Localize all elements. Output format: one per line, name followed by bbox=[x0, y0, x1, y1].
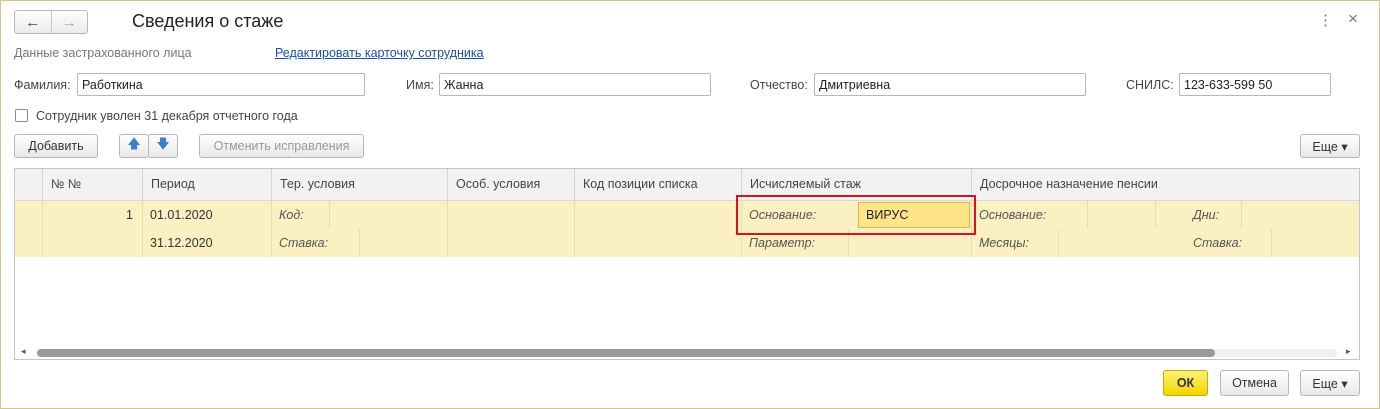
snils-label: СНИЛС: bbox=[1126, 78, 1174, 92]
ter-rate-label: Ставка: bbox=[279, 236, 329, 250]
horizontal-scrollbar-thumb[interactable] bbox=[37, 349, 1215, 357]
scroll-left-icon[interactable]: ◂ bbox=[21, 346, 26, 357]
row-number: 1 bbox=[126, 208, 133, 222]
dismissed-checkbox-label: Сотрудник уволен 31 декабря отчетного го… bbox=[36, 109, 298, 123]
pension-rate-label: Ставка: bbox=[1193, 236, 1243, 250]
period-end[interactable]: 31.12.2020 bbox=[142, 229, 213, 257]
table-row[interactable]: 31.12.2020 Ставка: Параметр: Месяцы: Ста… bbox=[15, 229, 1359, 257]
name-field[interactable] bbox=[439, 73, 711, 96]
column-header-period[interactable]: Период bbox=[142, 169, 271, 200]
dismissed-checkbox[interactable] bbox=[15, 109, 28, 122]
column-header-early-pension[interactable]: Досрочное назначение пенсии bbox=[971, 169, 1359, 200]
pension-days-label: Дни: bbox=[1193, 208, 1220, 222]
close-icon[interactable]: × bbox=[1348, 9, 1358, 29]
column-header-number[interactable]: № № bbox=[42, 169, 142, 200]
column-divider bbox=[574, 201, 575, 257]
add-button[interactable]: Добавить bbox=[14, 134, 98, 158]
edit-employee-card-link[interactable]: Редактировать карточку сотрудника bbox=[275, 46, 484, 60]
column-divider bbox=[1271, 229, 1272, 257]
highlight-annotation-box bbox=[736, 195, 976, 235]
column-divider bbox=[359, 229, 360, 257]
column-header-marker bbox=[15, 169, 42, 200]
surname-label: Фамилия: bbox=[14, 78, 71, 92]
pension-months-label: Месяцы: bbox=[979, 236, 1029, 250]
pension-basis-label: Основание: bbox=[979, 208, 1047, 222]
snils-field[interactable] bbox=[1179, 73, 1331, 96]
move-up-arrow-icon[interactable]: 🡅 bbox=[119, 134, 149, 158]
patronymic-field[interactable] bbox=[814, 73, 1086, 96]
table-row[interactable]: 1 01.01.2020 Код: Основание: Основание: … bbox=[15, 201, 1359, 229]
surname-field[interactable] bbox=[77, 73, 365, 96]
column-divider bbox=[329, 201, 330, 229]
column-divider bbox=[42, 201, 43, 257]
forward-arrow-icon[interactable]: → bbox=[50, 11, 88, 33]
column-divider bbox=[1058, 229, 1059, 257]
more-button-top[interactable]: Еще ▾ bbox=[1300, 134, 1360, 158]
back-arrow-icon[interactable]: ← bbox=[15, 11, 51, 33]
column-divider bbox=[142, 201, 143, 257]
window-title: Сведения о стаже bbox=[132, 11, 284, 31]
column-divider bbox=[447, 201, 448, 257]
dialog-window: ← → Сведения о стаже ⋮ × Данные застрахо… bbox=[0, 0, 1380, 409]
column-header-special-conditions[interactable]: Особ. условия bbox=[447, 169, 574, 200]
column-divider bbox=[1241, 201, 1242, 229]
insured-section-label: Данные застрахованного лица bbox=[14, 46, 192, 60]
move-down-arrow-icon[interactable]: 🡇 bbox=[148, 134, 178, 158]
stazh-table: № № Период Тер. условия Особ. условия Ко… bbox=[14, 168, 1360, 360]
cancel-fixes-button[interactable]: Отменить исправления bbox=[199, 134, 364, 158]
patronymic-label: Отчество: bbox=[750, 78, 808, 92]
scroll-right-icon[interactable]: ▸ bbox=[1346, 346, 1351, 357]
cancel-button[interactable]: Отмена bbox=[1220, 370, 1289, 396]
column-divider bbox=[1087, 201, 1088, 229]
name-label: Имя: bbox=[406, 78, 434, 92]
more-button-bottom[interactable]: Еще ▾ bbox=[1300, 370, 1360, 396]
table-header: № № Период Тер. условия Особ. условия Ко… bbox=[15, 169, 1359, 201]
column-header-list-position-code[interactable]: Код позиции списка bbox=[574, 169, 741, 200]
nav-buttons: ← → bbox=[14, 10, 88, 34]
column-header-ter-conditions[interactable]: Тер. условия bbox=[271, 169, 447, 200]
more-menu-icon[interactable]: ⋮ bbox=[1318, 11, 1333, 29]
ter-code-label: Код: bbox=[279, 208, 304, 222]
column-divider bbox=[271, 201, 272, 257]
column-divider bbox=[1155, 201, 1156, 229]
ok-button[interactable]: ОК bbox=[1163, 370, 1208, 396]
period-start[interactable]: 01.01.2020 bbox=[142, 201, 213, 229]
